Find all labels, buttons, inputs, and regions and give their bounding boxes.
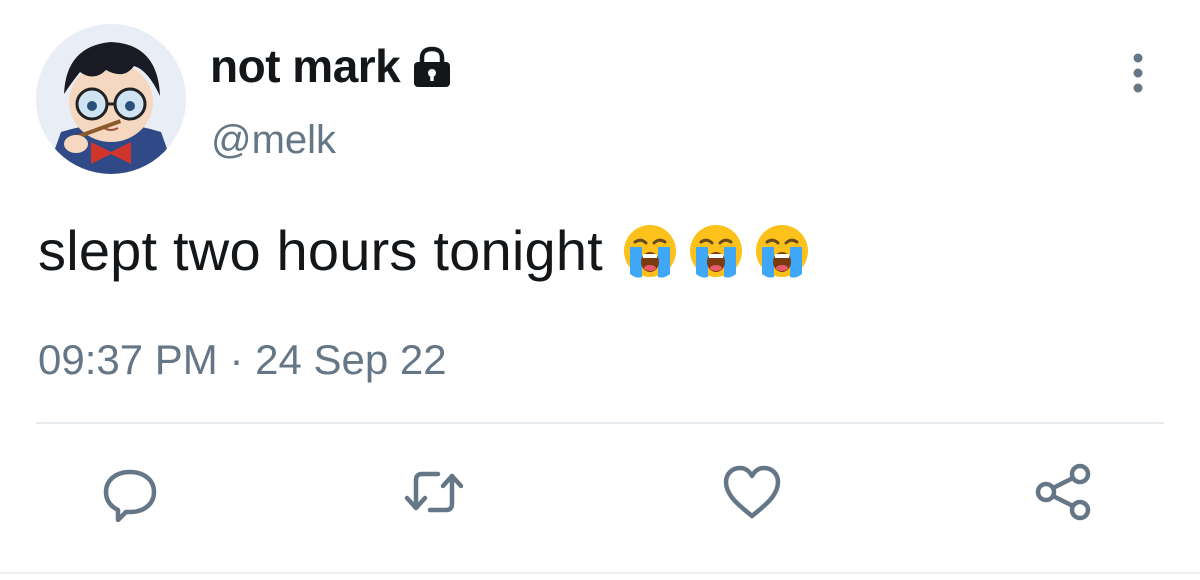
reply-icon [103,469,157,522]
more-vertical-icon[interactable] [1120,48,1156,100]
tweet-timestamp[interactable]: 09:37 PM · 24 Sep 22 [38,336,447,384]
tweet-body: slept two hours tonight [38,218,811,283]
lock-icon [410,45,454,89]
heart-icon [723,465,781,519]
loudly-crying-face-icon [755,224,808,278]
share-icon [1035,463,1091,521]
loudly-crying-face-icon [623,224,676,278]
like-button[interactable] [716,456,788,528]
emoji-group [621,222,811,280]
action-bar [0,456,1200,536]
reply-button[interactable] [94,456,166,528]
retweet-button[interactable] [398,456,470,528]
tweet-text: slept two hours tonight [38,219,603,282]
author-name-row: not mark [210,38,454,94]
display-name[interactable]: not mark [210,39,401,93]
loudly-crying-face-icon [689,224,742,278]
avatar[interactable] [36,24,186,174]
share-button[interactable] [1028,456,1100,528]
divider [36,422,1164,424]
bottom-border [0,572,1200,574]
tweet-card: not mark @melk slept two hours tonight 0… [0,0,1200,580]
user-handle[interactable]: @melk [211,118,336,163]
retweet-icon [404,471,464,513]
avatar-image [36,24,186,174]
